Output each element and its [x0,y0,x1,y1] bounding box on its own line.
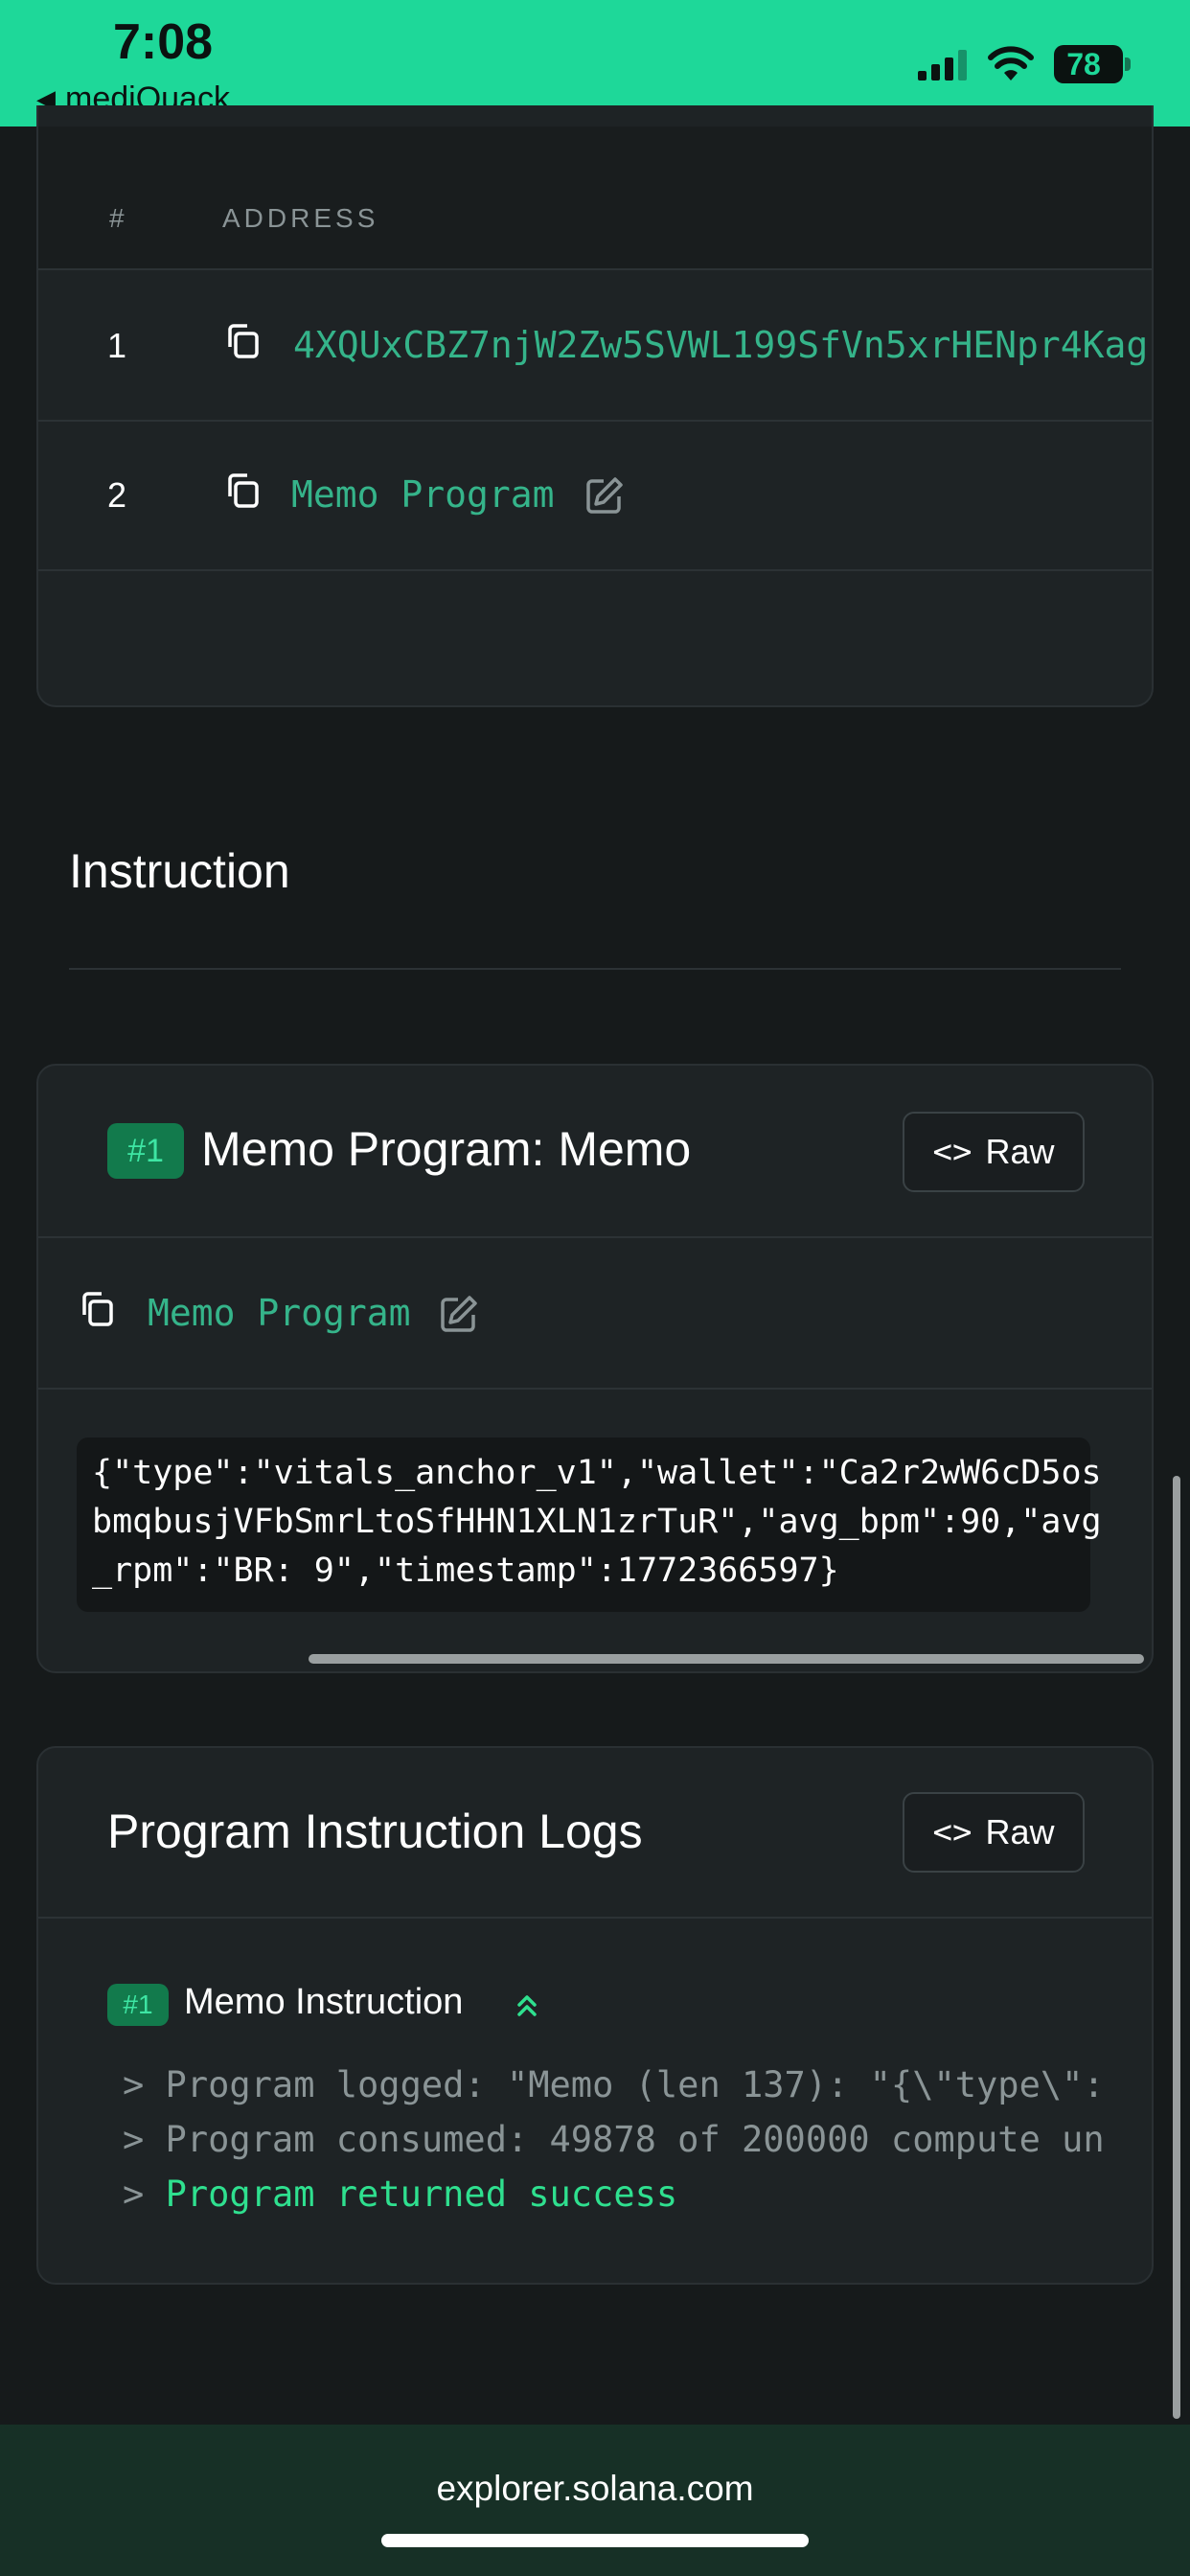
logs-raw-button[interactable]: <> Raw [903,1792,1085,1873]
log-instruction-name: Memo Instruction [184,1982,464,2022]
horizontal-scrollbar[interactable] [309,1654,1144,1664]
log-prefix: > [123,2174,166,2215]
cellular-signal-icon [918,50,967,80]
memo-data-block: {"type":"vitals_anchor_v1","wallet":"Ca2… [77,1438,1102,1612]
home-indicator[interactable] [381,2534,809,2547]
memo-line: {"type":"vitals_anchor_v1","wallet":"Ca2… [92,1454,1102,1492]
memo-program-link[interactable]: Memo Program [148,1292,411,1334]
memo-program-link[interactable]: Memo Program [291,473,555,516]
program-row: Memo Program [38,1238,1152,1390]
code-icon: <> [932,1133,973,1171]
code-icon: <> [932,1813,973,1852]
status-time: 7:08 [113,14,214,70]
instruction-title: Memo Program: Memo [201,1122,692,1176]
row-number: 2 [107,475,127,515]
instruction-index-badge: #1 [107,1123,184,1179]
logs-card-header: Program Instruction Logs <> Raw [38,1748,1152,1919]
raw-button-label: Raw [985,1132,1055,1171]
wifi-icon [988,46,1034,80]
log-line: > Program consumed: 49878 of 200000 comp… [123,2119,1105,2160]
edit-icon[interactable] [439,1294,479,1334]
table-row: 1 4XQUxCBZ7njW2Zw5SVWL199SfVn5xrHENpr4Ka… [38,272,1152,422]
log-success-status: Program returned success [165,2174,678,2215]
table-header: # ADDRESS [38,126,1152,270]
log-line: > Program logged: "Memo (len 137): "{\"t… [123,2064,1105,2105]
browser-url[interactable]: explorer.solana.com [0,2469,1190,2509]
row-number: 1 [107,326,127,365]
browser-url-bar[interactable]: explorer.solana.com [0,2425,1190,2576]
column-number-header: # [109,203,127,233]
instruction-section-title: Instruction [69,844,290,898]
raw-button-label: Raw [985,1812,1055,1852]
log-index-badge: #1 [107,1984,169,2026]
memo-line: bmqbusjVFbSmrLtoSfHHN1XLN1zrTuR","avg_bp… [92,1503,1102,1541]
column-address-header: ADDRESS [222,203,379,233]
instruction-raw-button[interactable]: <> Raw [903,1112,1085,1192]
section-divider [69,968,1121,970]
memo-line: _rpm":"BR: 9","timestamp":1772366597} [92,1552,839,1590]
instruction-card-header: #1 Memo Program: Memo <> Raw [38,1066,1152,1238]
program-logs-card: Program Instruction Logs <> Raw #1 Memo … [36,1746,1154,2285]
table-row: 2 Memo Program [38,422,1152,571]
edit-icon[interactable] [584,475,625,516]
copy-icon[interactable] [79,1290,115,1328]
account-address-link[interactable]: 4XQUxCBZ7njW2Zw5SVWL199SfVn5xrHENpr4Kag [293,324,1148,366]
copy-icon[interactable] [224,472,261,510]
log-line: > Program returned success [123,2174,677,2215]
instruction-card: #1 Memo Program: Memo <> Raw Memo Progra… [36,1064,1154,1673]
battery-level: 78 [1066,47,1101,81]
chevrons-up-icon[interactable] [514,1991,540,2020]
accounts-table: # ADDRESS 1 4XQUxCBZ7njW2Zw5SVWL199SfVn5… [36,105,1154,707]
logs-title: Program Instruction Logs [107,1805,643,1858]
battery-icon: 78 [1054,45,1131,83]
vertical-scrollbar[interactable] [1173,1476,1180,2419]
copy-icon[interactable] [224,322,261,360]
